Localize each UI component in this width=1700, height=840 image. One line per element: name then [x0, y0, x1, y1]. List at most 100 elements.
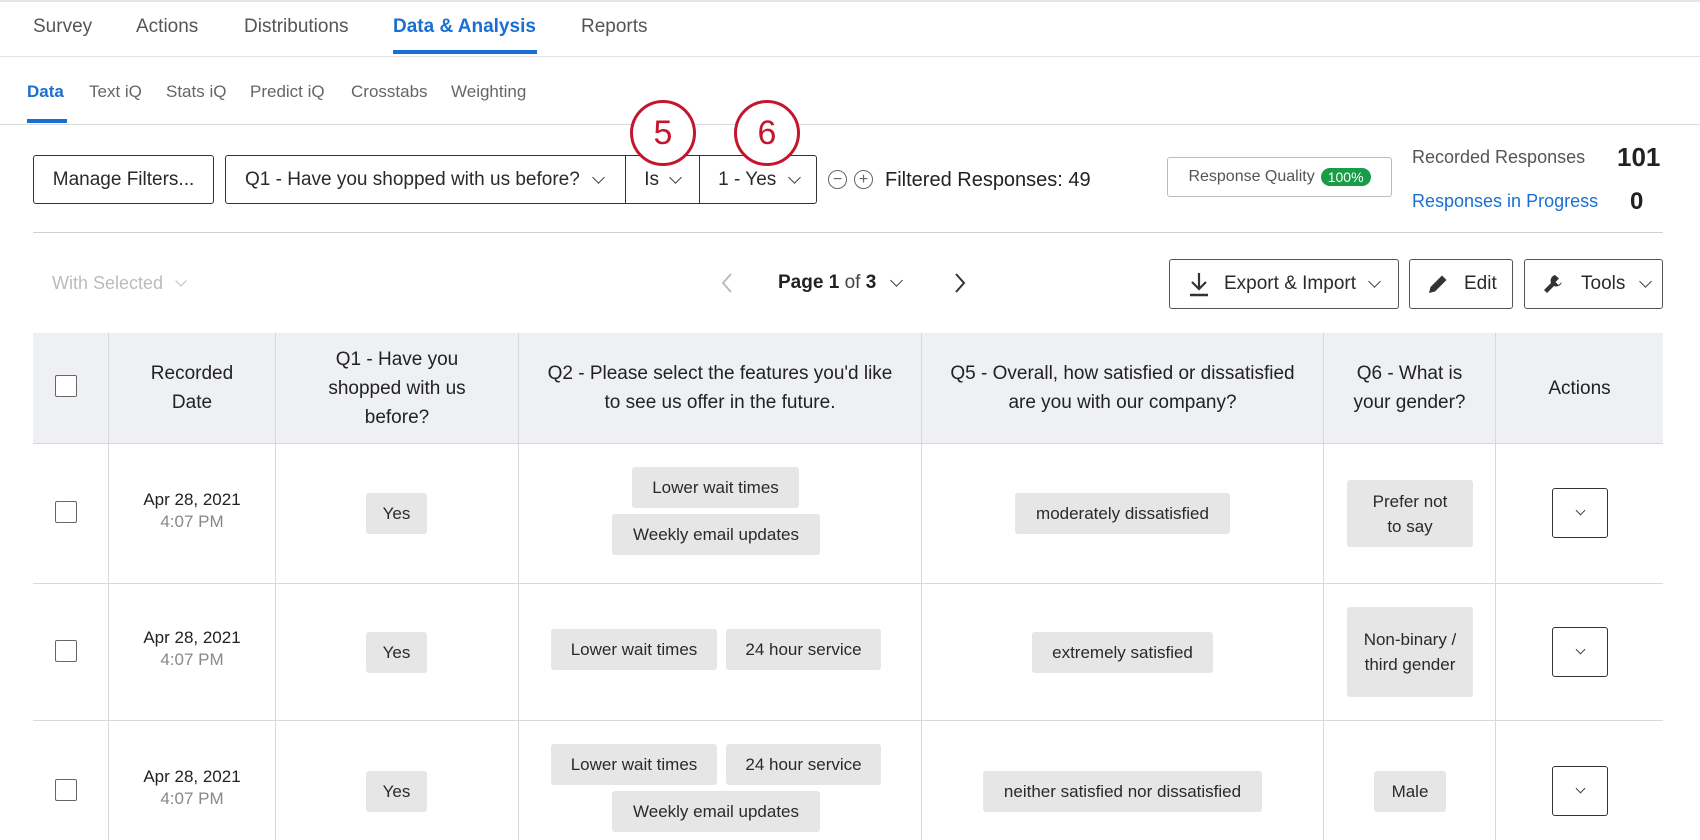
prev-page-icon[interactable]: [720, 272, 734, 294]
subtab-weighting[interactable]: Weighting: [451, 82, 526, 102]
q2-answer-tag: Weekly email updates: [612, 791, 820, 832]
tab-reports[interactable]: Reports: [581, 16, 648, 38]
tab-data-analysis[interactable]: Data & Analysis: [393, 16, 536, 38]
chevron-down-icon: [669, 170, 682, 184]
filter-group: Q1 - Have you shopped with us before? Is…: [225, 155, 817, 204]
pencil-icon: [1429, 275, 1447, 293]
header-recorded-date[interactable]: Recorded Date: [109, 333, 275, 443]
callout-6: 6: [734, 100, 800, 166]
responses-in-progress-value: 0: [1630, 188, 1644, 215]
callout-5-number: 5: [653, 113, 673, 152]
divider: [33, 232, 1663, 233]
q2-answer-tag: Lower wait times: [551, 744, 717, 785]
response-quality-button[interactable]: Response Quality 100%: [1167, 157, 1392, 197]
plus-circle-icon[interactable]: +: [854, 170, 873, 189]
manage-filters-label: Manage Filters...: [52, 168, 195, 190]
responses-in-progress-link[interactable]: Responses in Progress: [1412, 191, 1598, 212]
row-divider: [33, 443, 1663, 444]
page-of: of: [844, 272, 861, 293]
column-divider: [921, 333, 922, 840]
next-page-icon[interactable]: [953, 272, 967, 294]
wrench-icon: [1544, 275, 1562, 293]
chevron-down-icon: [1575, 783, 1585, 794]
header-q2[interactable]: Q2 - Please select the features you'd li…: [519, 333, 921, 443]
time-value: 4:07 PM: [160, 650, 224, 669]
page-total: 3: [865, 272, 877, 293]
row-actions-button[interactable]: [1552, 766, 1608, 816]
callout-5: 5: [630, 100, 696, 166]
callout-6-number: 6: [757, 113, 777, 152]
header-q5[interactable]: Q5 - Overall, how satisfied or dissatisf…: [922, 333, 1323, 443]
active-tab-indicator: [393, 50, 537, 54]
column-divider: [108, 333, 109, 840]
response-quality-label: Response Quality: [1188, 168, 1315, 185]
filter-question-select[interactable]: Q1 - Have you shopped with us before?: [226, 156, 625, 203]
subtab-crosstabs[interactable]: Crosstabs: [351, 82, 428, 102]
q1-answer-tag: Yes: [366, 771, 427, 812]
header-recorded-date-label: Recorded Date: [150, 363, 234, 413]
recorded-date-cell: Apr 28, 2021 4:07 PM: [109, 767, 275, 809]
row-divider: [33, 720, 1663, 721]
column-divider: [1495, 333, 1496, 840]
tools-label: Tools: [1581, 273, 1626, 294]
page-selector[interactable]: Page 1 of 3: [778, 272, 904, 294]
minus-circle-icon[interactable]: −: [828, 170, 847, 189]
tab-distributions[interactable]: Distributions: [244, 16, 349, 38]
filter-question-label: Q1 - Have you shopped with us before?: [245, 168, 580, 190]
header-q6[interactable]: Q6 - What is your gender?: [1324, 333, 1495, 443]
chevron-down-icon: [1575, 505, 1585, 516]
tab-survey[interactable]: Survey: [33, 16, 92, 38]
edit-label: Edit: [1464, 273, 1497, 294]
subtab-text-iq[interactable]: Text iQ: [89, 82, 142, 102]
export-import-label: Export & Import: [1224, 273, 1356, 294]
q1-answer-tag: Yes: [366, 632, 427, 673]
tools-button[interactable]: Tools: [1524, 259, 1663, 309]
chevron-down-icon: [1368, 275, 1381, 288]
chevron-down-icon: [1639, 275, 1653, 288]
header-q2-label: Q2 - Please select the features you'd li…: [547, 363, 893, 413]
download-icon: [1190, 273, 1208, 297]
recorded-responses-value: 101: [1617, 142, 1661, 172]
time-value: 4:07 PM: [160, 512, 224, 531]
header-actions: Actions: [1496, 333, 1663, 443]
edit-button[interactable]: Edit: [1409, 259, 1513, 309]
q6-answer-tag: Prefer not to say: [1347, 480, 1473, 547]
subtab-predict-iq[interactable]: Predict iQ: [250, 82, 325, 102]
column-divider: [518, 333, 519, 840]
row-checkbox[interactable]: [55, 501, 77, 523]
subtab-stats-iq[interactable]: Stats iQ: [166, 82, 226, 102]
date-value: Apr 28, 2021: [143, 628, 241, 647]
header-actions-label: Actions: [1548, 377, 1611, 399]
q2-answer-tag: Lower wait times: [551, 629, 717, 670]
q6-answer-tag: Non-binary / third gender: [1347, 607, 1473, 697]
row-checkbox[interactable]: [55, 640, 77, 662]
row-actions-button[interactable]: [1552, 488, 1608, 538]
page-current: 1: [828, 272, 840, 293]
q1-answer-tag: Yes: [366, 493, 427, 534]
header-q1[interactable]: Q1 - Have you shopped with us before?: [276, 333, 518, 443]
chevron-down-icon: [1575, 644, 1585, 655]
row-checkbox[interactable]: [55, 779, 77, 801]
recorded-date-cell: Apr 28, 2021 4:07 PM: [109, 628, 275, 670]
recorded-responses-label: Recorded Responses: [1412, 147, 1586, 167]
recorded-date-cell: Apr 28, 2021 4:07 PM: [109, 490, 275, 532]
active-subtab-indicator: [27, 119, 67, 123]
manage-filters-button[interactable]: Manage Filters...: [33, 155, 214, 204]
column-divider: [275, 333, 276, 840]
date-value: Apr 28, 2021: [143, 767, 241, 786]
filter-value-label: 1 - Yes: [718, 168, 777, 190]
row-actions-button[interactable]: [1552, 627, 1608, 677]
column-divider: [1323, 333, 1324, 840]
with-selected-label: With Selected: [52, 273, 164, 293]
export-import-button[interactable]: Export & Import: [1169, 259, 1399, 309]
tab-actions[interactable]: Actions: [136, 16, 198, 38]
page-word: Page: [778, 272, 824, 293]
with-selected-dropdown[interactable]: With Selected: [52, 273, 187, 294]
select-all-checkbox[interactable]: [55, 375, 77, 397]
response-quality-badge: 100%: [1320, 168, 1371, 186]
q5-answer-tag: moderately dissatisfied: [1015, 493, 1230, 534]
filter-operator-label: Is: [644, 168, 660, 190]
chevron-down-icon: [175, 275, 187, 287]
subtab-data[interactable]: Data: [27, 82, 64, 102]
header-q6-label: Q6 - What is your gender?: [1353, 363, 1466, 413]
